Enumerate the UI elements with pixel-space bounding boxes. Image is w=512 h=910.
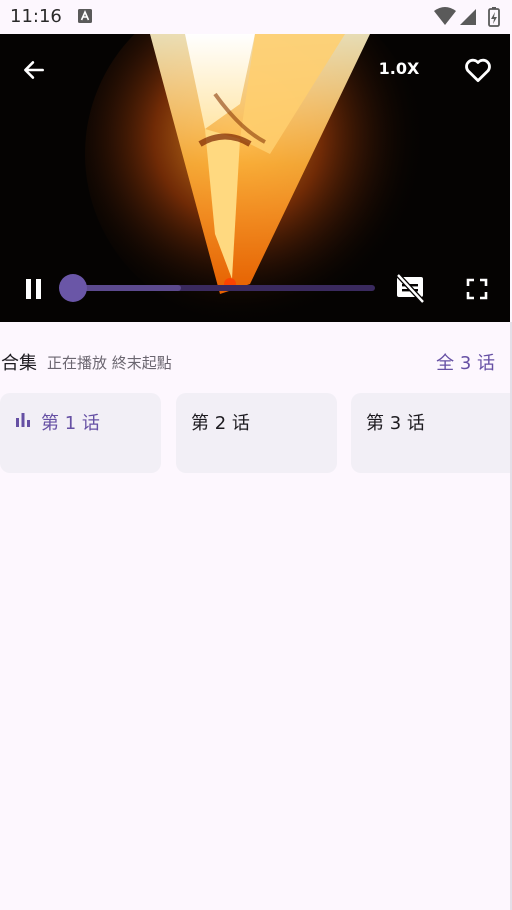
- episodes-title: 合集: [1, 353, 37, 374]
- subtitles-off-icon: [396, 273, 425, 304]
- episodes-header: 合集 正在播放 終末起點 全 3 话: [0, 340, 512, 380]
- status-icons: [434, 7, 500, 27]
- episode-label: 第 3 话: [366, 413, 425, 434]
- all-episodes-button[interactable]: 全 3 话: [436, 349, 495, 375]
- signal-icon: [460, 9, 476, 25]
- subtitles-button[interactable]: [392, 270, 428, 306]
- episode-card-3[interactable]: 第 3 话: [351, 393, 512, 473]
- status-bar: 11:16: [0, 0, 512, 34]
- video-player[interactable]: 1.0X: [0, 34, 510, 322]
- episode-label: 第 1 话: [41, 413, 100, 434]
- pause-button[interactable]: [18, 273, 50, 305]
- progress-thumb[interactable]: [59, 274, 87, 302]
- playback-speed-button[interactable]: 1.0X: [378, 59, 420, 78]
- equalizer-icon: [16, 413, 30, 427]
- now-playing-label: 正在播放 終末起點: [47, 354, 172, 372]
- fullscreen-icon: [466, 278, 488, 300]
- episode-card-1[interactable]: 第 1 话: [0, 393, 161, 473]
- episode-label: 第 2 话: [191, 413, 250, 434]
- pause-icon: [26, 279, 41, 299]
- phone-screen: 11:16 1.0X 合集 正在播放 終末起點 全 3 话 第 1 话 第 2 …: [0, 0, 512, 910]
- fullscreen-button[interactable]: [460, 272, 494, 306]
- progress-buffer: [72, 285, 181, 291]
- accessibility-icon: [78, 9, 92, 23]
- favorite-button[interactable]: [458, 50, 498, 90]
- episode-card-2[interactable]: 第 2 话: [176, 393, 337, 473]
- back-button[interactable]: [16, 52, 52, 88]
- wifi-icon: [434, 7, 456, 25]
- heart-outline-icon: [465, 58, 491, 83]
- battery-icon: [488, 7, 500, 27]
- arrow-left-icon: [24, 61, 44, 79]
- progress-bar[interactable]: [72, 285, 375, 291]
- episode-list: 第 1 话 第 2 话 第 3 话: [0, 393, 512, 473]
- status-time: 11:16: [10, 6, 62, 27]
